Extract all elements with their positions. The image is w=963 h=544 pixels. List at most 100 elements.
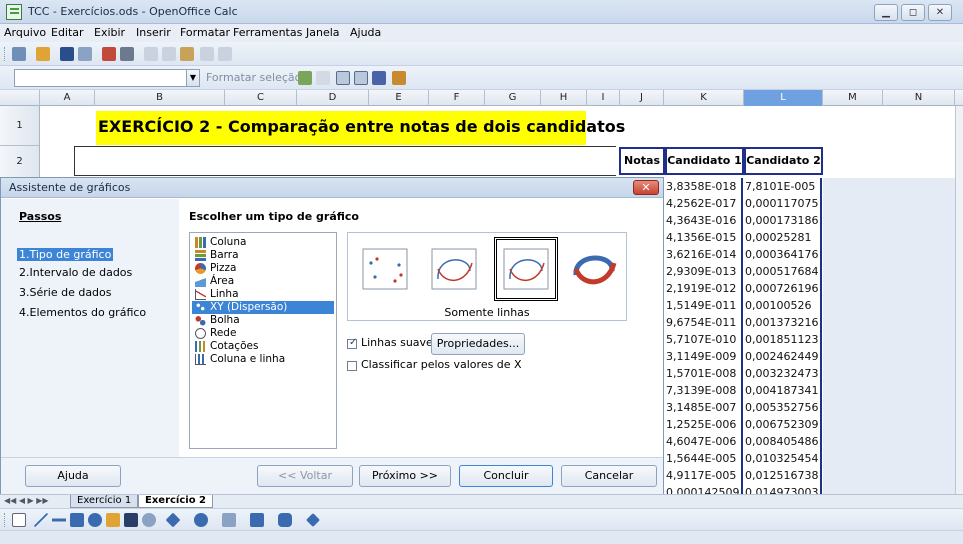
callouts-icon[interactable] [278, 513, 292, 527]
chart-type-pizza[interactable]: Pizza [192, 262, 334, 275]
redo-icon[interactable] [218, 47, 232, 61]
candidato-1-cell[interactable]: 4,6047E-006 [666, 433, 743, 450]
open-icon[interactable] [36, 47, 50, 61]
cut-icon[interactable] [144, 47, 158, 61]
candidato-1-cell[interactable]: 1,5149E-011 [666, 297, 743, 314]
candidato-2-cell[interactable]: 0,003232473 [745, 365, 822, 382]
column-i[interactable]: I [587, 90, 620, 106]
finish-button[interactable]: Concluir [459, 465, 553, 487]
candidato-1-cell[interactable]: 2,9309E-013 [666, 263, 743, 280]
candidato-1-cell[interactable]: 3,1149E-009 [666, 348, 743, 365]
candidato-1-cell[interactable]: 4,3643E-016 [666, 212, 743, 229]
tab-exercicio-2[interactable]: Exercício 2 [138, 495, 214, 508]
vertical-scrollbar[interactable] [955, 106, 963, 494]
candidato-1-cell[interactable]: 1,5644E-005 [666, 450, 743, 467]
format-selection-button[interactable]: Formatar seleção [206, 71, 301, 84]
paste-icon[interactable] [180, 47, 194, 61]
stars-icon[interactable] [306, 513, 320, 527]
column-c[interactable]: C [225, 90, 297, 106]
candidato-2-cell[interactable]: 0,000364176 [745, 246, 822, 263]
column-e[interactable]: E [369, 90, 429, 106]
ellipse-tool-icon[interactable] [88, 513, 102, 527]
block-arrows-icon[interactable] [222, 513, 236, 527]
candidato-2-cell[interactable]: 0,004187341 [745, 382, 822, 399]
menu-ajuda[interactable]: Ajuda [350, 26, 381, 39]
row-header-1[interactable]: 1 [0, 106, 40, 146]
candidato-1-cell[interactable]: 5,7107E-010 [666, 331, 743, 348]
menu-ferramentas[interactable]: Ferramentas [233, 26, 302, 39]
sort-by-x-checkbox[interactable] [347, 361, 357, 371]
candidato-2-header[interactable]: Candidato 2 [744, 147, 823, 175]
candidato-2-cell[interactable]: 0,000726196 [745, 280, 822, 297]
chart-type-area[interactable]: Área [192, 275, 334, 288]
print-icon[interactable] [120, 47, 134, 61]
chart-type-list[interactable]: Coluna Barra Pizza Área Linha XY (Disper… [189, 232, 337, 449]
candidato-1-cell[interactable]: 1,2525E-006 [666, 416, 743, 433]
candidato-2-cell[interactable]: 0,012516738 [745, 467, 822, 484]
email-icon[interactable] [78, 47, 92, 61]
chart-type-xy-dispersao[interactable]: XY (Dispersão) [192, 301, 334, 314]
menu-formatar[interactable]: Formatar [180, 26, 230, 39]
namebox-dropdown-icon[interactable]: ▼ [186, 69, 200, 87]
candidato-2-cell[interactable]: 0,005352756 [745, 399, 822, 416]
copy-icon[interactable] [162, 47, 176, 61]
candidato-2-cell[interactable]: 0,00025281 [745, 229, 822, 246]
auto-layout-icon[interactable] [392, 71, 406, 85]
menu-inserir[interactable]: Inserir [136, 26, 171, 39]
back-button[interactable]: << Voltar [257, 465, 353, 487]
candidato-1-cell[interactable]: 1,5701E-008 [666, 365, 743, 382]
column-k[interactable]: K [664, 90, 744, 106]
pdf-icon[interactable] [102, 47, 116, 61]
dialog-close-button[interactable]: ✕ [633, 180, 659, 195]
candidato-2-cell[interactable]: 0,006752309 [745, 416, 822, 433]
candidato-1-cell[interactable]: 3,8358E-018 [666, 178, 743, 195]
text-scale-icon[interactable] [372, 71, 386, 85]
name-box[interactable] [14, 69, 200, 87]
menu-editar[interactable]: Editar [51, 26, 84, 39]
freeform-tool-icon[interactable] [106, 513, 120, 527]
column-f[interactable]: F [429, 90, 485, 106]
toolbar-grip[interactable] [4, 513, 7, 527]
menu-arquivo[interactable]: Arquivo [4, 26, 46, 39]
candidato-1-cell[interactable]: 4,1356E-015 [666, 229, 743, 246]
step-data-range[interactable]: 2.Intervalo de dados [19, 266, 132, 279]
properties-button[interactable]: Propriedades... [431, 333, 525, 355]
step-chart-type[interactable]: 1.Tipo de gráfico [17, 248, 114, 261]
candidato-1-cell[interactable]: 3,6216E-014 [666, 246, 743, 263]
column-b[interactable]: B [95, 90, 225, 106]
minimize-button[interactable]: ▁ [874, 4, 898, 21]
column-a[interactable]: A [40, 90, 95, 106]
arrow-tool-icon[interactable] [52, 513, 66, 527]
chart-type-linha[interactable]: Linha [192, 288, 334, 301]
select-all-corner[interactable] [0, 90, 40, 106]
basic-shapes-icon[interactable] [165, 512, 181, 528]
column-m[interactable]: M [823, 90, 883, 106]
next-button[interactable]: Próximo >> [359, 465, 451, 487]
tab-nav-arrows-icon[interactable]: ◀◀ ◀ ▶ ▶▶ [4, 496, 49, 505]
menu-exibir[interactable]: Exibir [94, 26, 125, 39]
candidato-1-cell[interactable]: 7,3139E-008 [666, 382, 743, 399]
chart-type-coluna[interactable]: Coluna [192, 236, 334, 249]
close-window-button[interactable]: ✕ [928, 4, 952, 21]
candidato-1-header[interactable]: Candidato 1 [665, 147, 744, 175]
candidato-2-cell[interactable]: 0,000173186 [745, 212, 822, 229]
column-h[interactable]: H [541, 90, 587, 106]
flowchart-icon[interactable] [250, 513, 264, 527]
new-icon[interactable] [12, 47, 26, 61]
menu-janela[interactable]: Janela [306, 26, 340, 39]
data-table-icon[interactable] [354, 71, 368, 85]
cancel-button[interactable]: Cancelar [561, 465, 657, 487]
save-icon[interactable] [60, 47, 74, 61]
candidato-2-cell[interactable]: 0,010325454 [745, 450, 822, 467]
column-d[interactable]: D [297, 90, 369, 106]
chart-type-cotacoes[interactable]: Cotações [192, 340, 334, 353]
text-tool-icon[interactable] [124, 513, 138, 527]
candidato-1-cell[interactable]: 3,1485E-007 [666, 399, 743, 416]
chart-type-barra[interactable]: Barra [192, 249, 334, 262]
points-and-lines-variant-icon[interactable] [426, 241, 482, 297]
chart-type-coluna-e-linha[interactable]: Coluna e linha [192, 353, 334, 366]
smooth-lines-checkbox[interactable]: ✓ [347, 337, 357, 349]
tab-exercicio-1[interactable]: Exercício 1 [70, 495, 139, 508]
candidato-2-cell[interactable]: 0,000117075 [745, 195, 822, 212]
candidato-2-cell[interactable]: 0,001373216 [745, 314, 822, 331]
